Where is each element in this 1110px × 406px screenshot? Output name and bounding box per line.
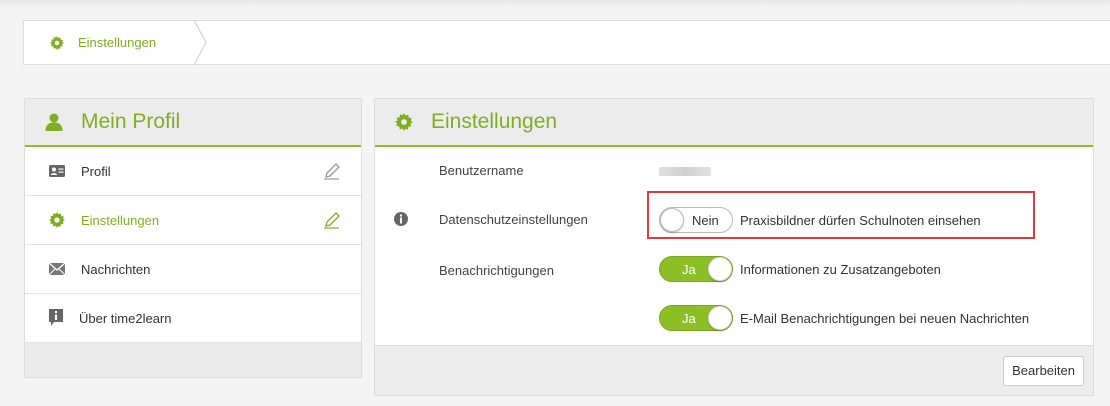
username-value-redacted [659, 167, 711, 176]
menu-item-label: Nachrichten [81, 261, 151, 277]
settings-panel-footer: Bearbeiten [375, 345, 1093, 395]
menu-item-label: Profil [81, 163, 111, 179]
toggle-knob [708, 306, 732, 330]
menu-item-nachrichten[interactable]: Nachrichten [25, 245, 361, 294]
notification-offers-description: Informationen zu Zusatzangeboten [740, 262, 941, 277]
menu-item-einstellungen[interactable]: Einstellungen [25, 196, 361, 245]
notification-email-description: E-Mail Benachrichtigungen bei neuen Nach… [740, 311, 1030, 326]
envelope-icon [49, 263, 65, 275]
notification-toggle-email[interactable]: Ja [659, 305, 733, 331]
notifications-row: Benachrichtigungen Ja Informationen zu Z… [375, 245, 1093, 294]
settings-panel: Einstellungen Benutzername Datenschutzei… [374, 98, 1094, 396]
profile-menu: Profil Einstellungen Nachrichten Über ti… [25, 147, 361, 343]
toggle-knob [708, 257, 732, 281]
info-circle-icon[interactable] [394, 212, 408, 226]
toggle-text: Ja [682, 262, 696, 277]
notifications-label: Benachrichtigungen [439, 263, 554, 278]
top-shadow [0, 0, 1110, 8]
settings-panel-title: Einstellungen [431, 110, 558, 133]
privacy-label: Datenschutzeinstellungen [439, 212, 588, 227]
menu-item-about[interactable]: Über time2learn [25, 294, 361, 343]
user-icon [45, 113, 63, 131]
menu-item-label: Einstellungen [81, 212, 160, 228]
notification-toggle-offers[interactable]: Ja [659, 256, 733, 282]
menu-item-label: Über time2learn [79, 310, 172, 326]
highlight-box [647, 191, 1035, 239]
info-icon [49, 309, 63, 326]
profile-panel: Mein Profil Profil Einstellungen Nachric… [24, 98, 362, 378]
pencil-icon[interactable] [323, 162, 341, 180]
username-row: Benutzername [375, 147, 1093, 196]
gear-icon [49, 212, 65, 228]
toggle-text: Ja [682, 311, 696, 326]
breadcrumb: Einstellungen [23, 20, 1110, 65]
pencil-icon[interactable] [323, 211, 341, 229]
breadcrumb-item-settings[interactable]: Einstellungen [24, 21, 200, 64]
edit-button[interactable]: Bearbeiten [1003, 356, 1084, 386]
profile-panel-title: Mein Profil [81, 110, 181, 133]
settings-panel-header: Einstellungen [375, 99, 1093, 147]
notifications-row-2: Ja E-Mail Benachrichtigungen bei neuen N… [375, 294, 1093, 343]
profile-panel-header: Mein Profil [25, 99, 361, 147]
menu-item-profil[interactable]: Profil [25, 147, 361, 196]
gear-icon [50, 35, 64, 50]
id-card-icon [49, 165, 65, 177]
breadcrumb-label: Einstellungen [78, 35, 157, 50]
gear-icon [395, 113, 413, 131]
breadcrumb-separator [194, 20, 207, 65]
username-label: Benutzername [439, 163, 524, 178]
